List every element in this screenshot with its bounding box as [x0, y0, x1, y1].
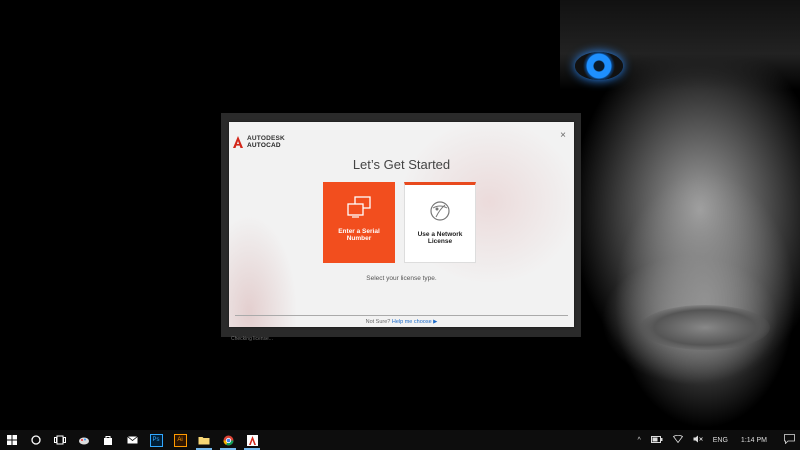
chevron-up-icon[interactable]: ^	[637, 437, 640, 444]
license-dialog: AUTODESK AUTOCAD × Let’s Get Started Ent…	[229, 122, 574, 327]
chrome-icon[interactable]	[216, 430, 240, 450]
wifi-icon[interactable]	[672, 434, 683, 445]
circle-icon[interactable]	[24, 430, 48, 450]
close-icon[interactable]: ×	[558, 131, 568, 141]
footer-divider	[235, 315, 568, 316]
wallpaper-lips	[640, 305, 770, 350]
mail-icon[interactable]	[120, 430, 144, 450]
serial-number-label: Enter a Serial Number	[338, 228, 380, 242]
system-tray: ^ ENG 1:14 PM	[632, 430, 800, 450]
enter-serial-number-button[interactable]: Enter a Serial Number	[323, 182, 395, 263]
globe-icon	[428, 199, 452, 228]
photoshop-icon[interactable]: Ps	[144, 430, 168, 450]
autodesk-logo: AUTODESK AUTOCAD	[232, 131, 285, 153]
paint-icon[interactable]	[72, 430, 96, 450]
help-me-choose-link[interactable]: Help me choose	[392, 319, 432, 325]
store-icon[interactable]	[96, 430, 120, 450]
language-indicator[interactable]: ENG	[713, 437, 728, 444]
license-instruction: Select your license type.	[366, 275, 437, 282]
dialog-title: Let’s Get Started	[352, 157, 451, 172]
status-strip: Checking license...	[229, 327, 574, 342]
arrow-right-icon: ▶	[433, 319, 438, 325]
task-view-icon[interactable]	[48, 430, 72, 450]
volume-mute-icon[interactable]	[693, 435, 703, 445]
battery-icon[interactable]	[650, 435, 663, 445]
logo-product: AUTOCAD	[247, 142, 281, 149]
wallpaper-eye	[575, 52, 623, 80]
autocad-icon[interactable]	[240, 430, 264, 450]
not-sure-text: Not Sure?	[365, 319, 391, 325]
network-license-label: Use a Network License	[417, 231, 463, 245]
status-text: Checking license...	[231, 336, 273, 342]
illustrator-icon[interactable]: Ai	[168, 430, 192, 450]
logo-brand: AUTODESK	[247, 135, 285, 142]
windows-icon[interactable]	[0, 430, 24, 450]
notification-icon[interactable]	[784, 434, 795, 446]
taskbar: Ps Ai ^ ENG 1:14 PM	[0, 430, 800, 450]
folder-icon[interactable]	[192, 430, 216, 450]
autodesk-a-icon	[232, 135, 244, 149]
screens-icon	[346, 196, 372, 223]
help-footer: Not Sure? Help me choose ▶	[229, 319, 574, 325]
use-network-license-button[interactable]: Use a Network License	[404, 182, 476, 263]
clock[interactable]: 1:14 PM	[741, 437, 767, 444]
